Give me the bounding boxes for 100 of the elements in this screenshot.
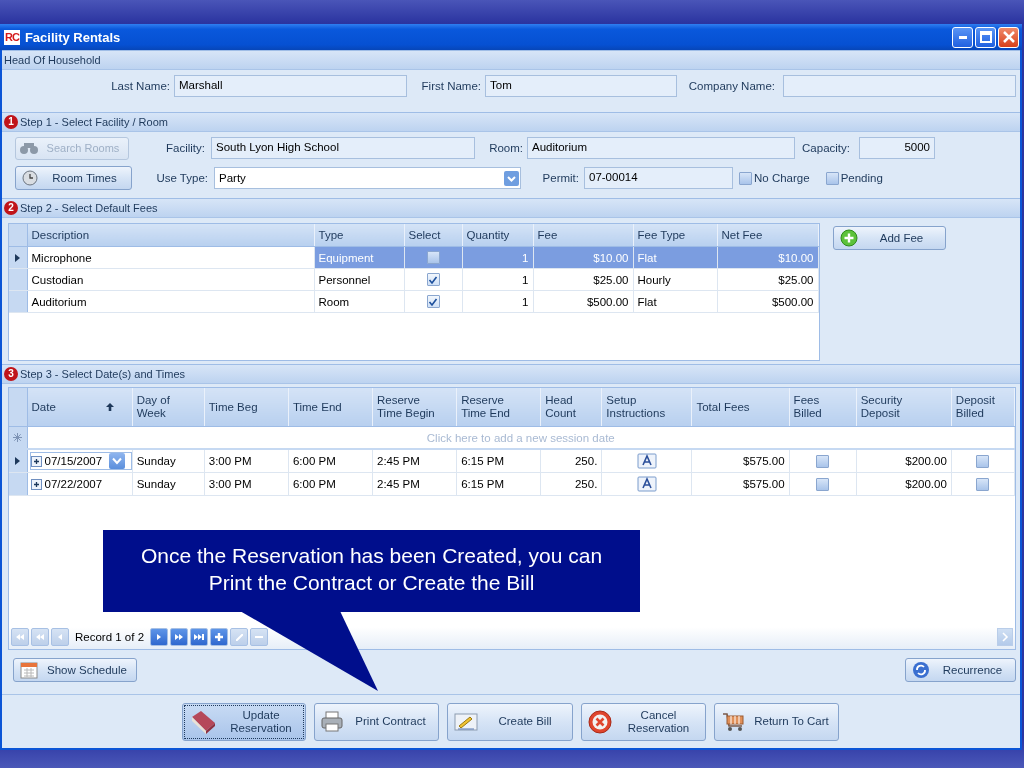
field-label: Facility:: [165, 142, 205, 154]
chevron-down-icon: [504, 170, 519, 186]
memo-icon: [636, 453, 657, 469]
table-cell: 6:00 PM: [288, 472, 373, 496]
add-fee-button[interactable]: Add Fee: [833, 226, 946, 250]
text-field[interactable]: 5000: [859, 137, 935, 159]
table-cell: $200.00: [856, 472, 952, 496]
action-button[interactable]: Print Contract: [314, 702, 439, 741]
memo-button[interactable]: [636, 476, 657, 492]
column-header[interactable]: Description: [27, 224, 314, 247]
table-cell: $575.00: [691, 449, 790, 473]
date-cell[interactable]: 07/15/2007: [29, 452, 132, 470]
memo-button[interactable]: [636, 453, 657, 469]
section-title: Step 3 - Select Date(s) and Times: [20, 368, 186, 380]
column-header[interactable]: Deposit Billed: [951, 388, 1015, 427]
text-field[interactable]: Auditorium: [527, 137, 795, 159]
action-button[interactable]: Update Reservation: [182, 702, 306, 741]
table-cell: 6:15 PM: [456, 449, 541, 473]
cart-icon: [721, 710, 745, 733]
section-title: Step 1 - Select Facility / Room: [20, 116, 168, 128]
column-header[interactable]: Select: [404, 224, 462, 247]
plus-icon: [31, 479, 41, 489]
maximize-button[interactable]: [975, 26, 996, 48]
field-label: Company Name:: [687, 79, 775, 92]
date-cell[interactable]: 07/22/2007: [29, 477, 132, 491]
row-pointer-icon: [15, 457, 20, 465]
checkbox[interactable]: [976, 454, 990, 468]
column-header[interactable]: Type: [314, 224, 404, 247]
text-field[interactable]: Tom: [485, 75, 677, 97]
sort-up-icon: [105, 403, 114, 411]
show-schedule-button[interactable]: Show Schedule: [13, 658, 137, 682]
cancel-icon: [588, 709, 612, 734]
expand-button[interactable]: [30, 478, 42, 490]
column-header[interactable]: Fee: [533, 224, 633, 247]
column-header[interactable]: Total Fees: [691, 388, 790, 427]
action-button[interactable]: Return To Cart: [714, 702, 839, 741]
action-button[interactable]: Create Bill: [447, 702, 573, 741]
minus-icon: [255, 636, 264, 638]
app-logo: RC: [4, 29, 20, 45]
checkbox[interactable]: [739, 171, 752, 185]
row-header[interactable]: [9, 246, 27, 269]
checkbox[interactable]: [426, 273, 440, 287]
table-cell: Custodian: [27, 268, 314, 291]
navigator-button[interactable]: [210, 628, 229, 646]
dropdown-button[interactable]: [109, 453, 126, 469]
column-header[interactable]: Security Deposit: [856, 388, 952, 427]
room-times-button[interactable]: Room Times: [15, 166, 132, 190]
column-header[interactable]: Day of Week: [132, 388, 205, 427]
action-button[interactable]: Cancel Reservation: [581, 702, 706, 741]
column-header[interactable]: Time Beg: [204, 388, 289, 427]
text-field[interactable]: South Lyon High School: [211, 137, 475, 159]
checkbox[interactable]: [426, 295, 440, 309]
column-header[interactable]: Setup Instructions: [601, 388, 692, 427]
checkbox[interactable]: [825, 171, 839, 185]
dropdown-field[interactable]: Party: [214, 167, 521, 189]
column-header[interactable]: Reserve Time Begin: [372, 388, 457, 427]
close-button[interactable]: [998, 26, 1019, 48]
column-header[interactable]: Fees Billed: [789, 388, 857, 427]
column-header[interactable]: Net Fee: [717, 224, 818, 247]
checkbox[interactable]: [816, 454, 830, 468]
window-title: Facility Rentals: [24, 29, 122, 45]
table-cell: 07/22/2007: [44, 478, 103, 490]
printer-icon: [321, 710, 343, 733]
column-header[interactable]: Date: [27, 388, 133, 427]
expand-button[interactable]: [30, 455, 42, 467]
column-header[interactable]: Head Count: [540, 388, 602, 427]
checkbox-label: Pending: [840, 172, 883, 184]
text-field[interactable]: Marshall: [174, 75, 407, 97]
step-badge: 2: [4, 201, 18, 215]
refresh-icon: [912, 661, 930, 679]
navigator-button[interactable]: [150, 628, 169, 646]
scroll-right-button[interactable]: [997, 628, 1013, 646]
checkbox[interactable]: [816, 477, 830, 491]
table-cell: 1: [462, 268, 533, 291]
column-header[interactable]: Reserve Time End: [456, 388, 541, 427]
column-header[interactable]: Time End: [288, 388, 373, 427]
section-title: Head Of Household: [4, 54, 101, 66]
recurrence-button[interactable]: Recurrence: [905, 658, 1016, 682]
table-cell: Sunday: [132, 472, 205, 496]
checkbox[interactable]: [426, 251, 440, 265]
table-cell: 3:00 PM: [204, 449, 289, 473]
new-row-icon: [13, 433, 22, 442]
navigator-button[interactable]: [190, 628, 209, 646]
column-header[interactable]: Fee Type: [633, 224, 717, 247]
binoculars-icon: [19, 141, 39, 155]
rewind-icon: [36, 634, 44, 640]
column-header[interactable]: Quantity: [462, 224, 533, 247]
skip-end-icon: [194, 634, 205, 640]
field-label: Room:: [488, 142, 523, 154]
text-field[interactable]: 07-00014: [584, 167, 733, 189]
plus-icon: [215, 633, 224, 641]
table-cell: $575.00: [691, 472, 790, 496]
row-header[interactable]: [9, 449, 27, 473]
section-title: Step 2 - Select Default Fees: [20, 202, 158, 214]
field-label: Permit:: [541, 172, 579, 184]
navigator-button[interactable]: [170, 628, 189, 646]
minimize-button[interactable]: [952, 26, 973, 48]
text-field[interactable]: [783, 75, 1016, 97]
checkbox[interactable]: [976, 477, 990, 491]
table-cell: 6:15 PM: [456, 472, 541, 496]
